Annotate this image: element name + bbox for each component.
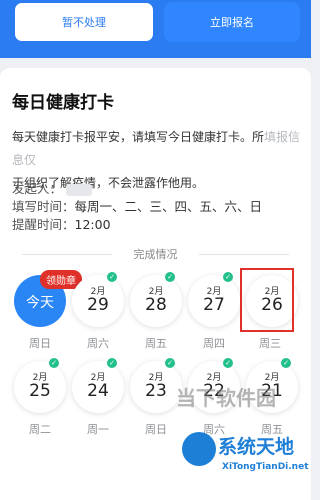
day-23[interactable]: 2月 23 — [130, 361, 182, 413]
fill-time-row: 填写时间：每周一、二、三、四、五、六、日 — [12, 196, 262, 215]
signup-button[interactable]: 立即报名 — [164, 2, 300, 42]
day-number: 27 — [203, 295, 225, 315]
check-icon: ✓ — [223, 272, 233, 282]
weekday-label: 周日 — [29, 337, 51, 350]
today-label: 今天 — [26, 295, 54, 311]
fill-time-label: 填写时间： — [12, 199, 75, 214]
day-27[interactable]: 2月 27 — [188, 275, 240, 327]
day-24[interactable]: 2月 24 — [72, 361, 124, 413]
weekday-label: 周四 — [203, 337, 225, 350]
initiator-label: 发起人： — [12, 181, 63, 196]
weekday-label: 周日 — [145, 423, 167, 436]
weekday-label: 周六 — [87, 337, 109, 350]
fill-time-value: 每周一、二、三、四、五、六、日 — [74, 199, 263, 214]
check-icon: ✓ — [49, 358, 59, 368]
check-icon: ✓ — [165, 358, 175, 368]
check-icon: ✓ — [107, 358, 117, 368]
check-icon: ✓ — [223, 358, 233, 368]
weekday-label: 周三 — [259, 337, 281, 350]
initiator-name-blurred — [66, 183, 93, 196]
dismiss-button[interactable]: 暂不处理 — [14, 2, 154, 42]
day-number: 24 — [87, 381, 109, 401]
top-header-strip: 暂不处理 立即报名 — [0, 0, 311, 58]
page-title: 每日健康打卡 — [12, 93, 114, 113]
day-28[interactable]: 2月 28 — [130, 275, 182, 327]
day-number: 23 — [145, 381, 167, 401]
weekday-label: 周一 — [87, 423, 109, 436]
watermark-text: 当下软件园 — [176, 386, 276, 410]
remind-time-label: 提醒时间： — [12, 217, 75, 232]
watermark-text: 系统天地 — [218, 436, 295, 458]
watermark-url: XiTongTianDi.net — [222, 462, 309, 472]
selected-day-highlight — [240, 268, 294, 332]
day-25[interactable]: 2月 25 — [14, 361, 66, 413]
remind-time-row: 提醒时间：12:00 — [12, 214, 111, 233]
day-29[interactable]: 2月 29 — [72, 275, 124, 327]
check-icon: ✓ — [281, 358, 291, 368]
day-number: 25 — [29, 381, 51, 401]
watermark-logo-icon — [182, 432, 216, 466]
day-number: 28 — [145, 295, 167, 315]
initiator-row: 发起人： — [12, 178, 93, 197]
day-number: 29 — [87, 295, 109, 315]
divider-right — [199, 254, 289, 255]
check-icon: ✓ — [165, 272, 175, 282]
weekday-label: 周二 — [29, 423, 51, 436]
check-icon: ✓ — [107, 272, 117, 282]
remind-time-value: 12:00 — [74, 217, 111, 232]
description-text: 每天健康打卡报平安，请填写今日健康打卡。所 — [12, 130, 265, 144]
weekday-label: 周五 — [145, 337, 167, 350]
